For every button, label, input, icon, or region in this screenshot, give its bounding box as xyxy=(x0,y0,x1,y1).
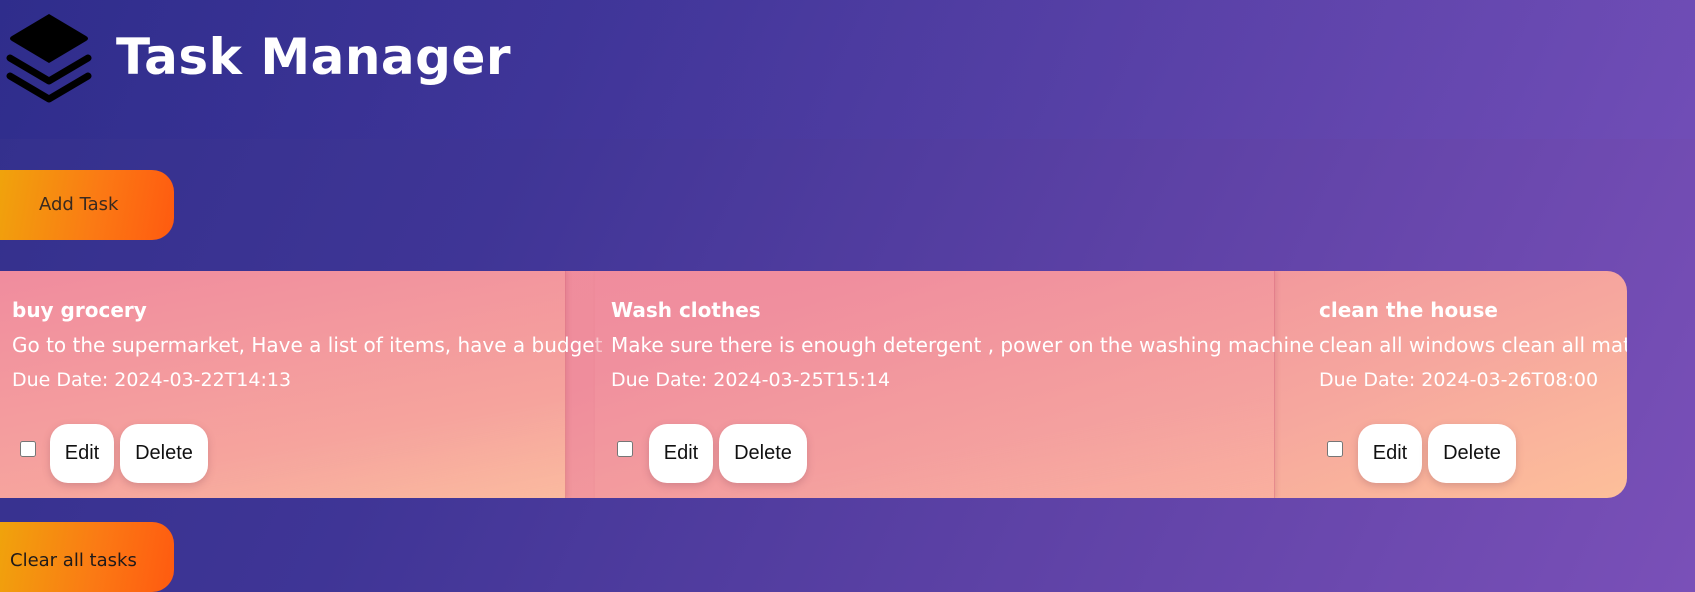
task-due-date: Due Date: 2024-03-22T14:13 xyxy=(12,369,292,391)
add-task-label: Add Task xyxy=(39,194,119,215)
edit-task-button[interactable]: Edit xyxy=(1358,424,1422,483)
task-name: buy grocery xyxy=(12,298,147,322)
task-description: Go to the supermarket, Have a list of it… xyxy=(12,333,603,357)
task-card: buy grocery Go to the supermarket, Have … xyxy=(0,271,602,498)
add-task-button[interactable]: Add Task xyxy=(0,170,174,240)
edit-task-button[interactable]: Edit xyxy=(649,424,713,483)
task-card: clean the house clean all windows clean … xyxy=(1304,271,1627,498)
edit-task-button[interactable]: Edit xyxy=(50,424,114,483)
task-complete-checkbox[interactable] xyxy=(1327,441,1343,457)
delete-task-button[interactable]: Delete xyxy=(120,424,208,483)
task-complete-checkbox[interactable] xyxy=(20,441,36,457)
task-list: buy grocery Go to the supermarket, Have … xyxy=(0,271,1627,498)
task-card: Wash clothes Make sure there is enough d… xyxy=(595,271,1314,498)
clear-all-tasks-label: Clear all tasks xyxy=(10,550,137,571)
app-title: Task Manager xyxy=(116,28,512,86)
clear-all-tasks-button[interactable]: Clear all tasks xyxy=(0,522,174,592)
delete-task-button[interactable]: Delete xyxy=(719,424,807,483)
task-due-date: Due Date: 2024-03-25T15:14 xyxy=(611,369,891,391)
delete-task-button[interactable]: Delete xyxy=(1428,424,1516,483)
layers-stack-icon xyxy=(6,14,92,103)
app-header: Task Manager xyxy=(0,0,1695,139)
task-complete-checkbox[interactable] xyxy=(617,441,633,457)
task-due-date: Due Date: 2024-03-26T08:00 xyxy=(1319,369,1599,391)
task-name: clean the house xyxy=(1319,298,1498,322)
task-description: clean all windows clean all mats xyxy=(1319,333,1627,357)
task-name: Wash clothes xyxy=(611,298,761,322)
task-description: Make sure there is enough detergent , po… xyxy=(611,333,1314,357)
